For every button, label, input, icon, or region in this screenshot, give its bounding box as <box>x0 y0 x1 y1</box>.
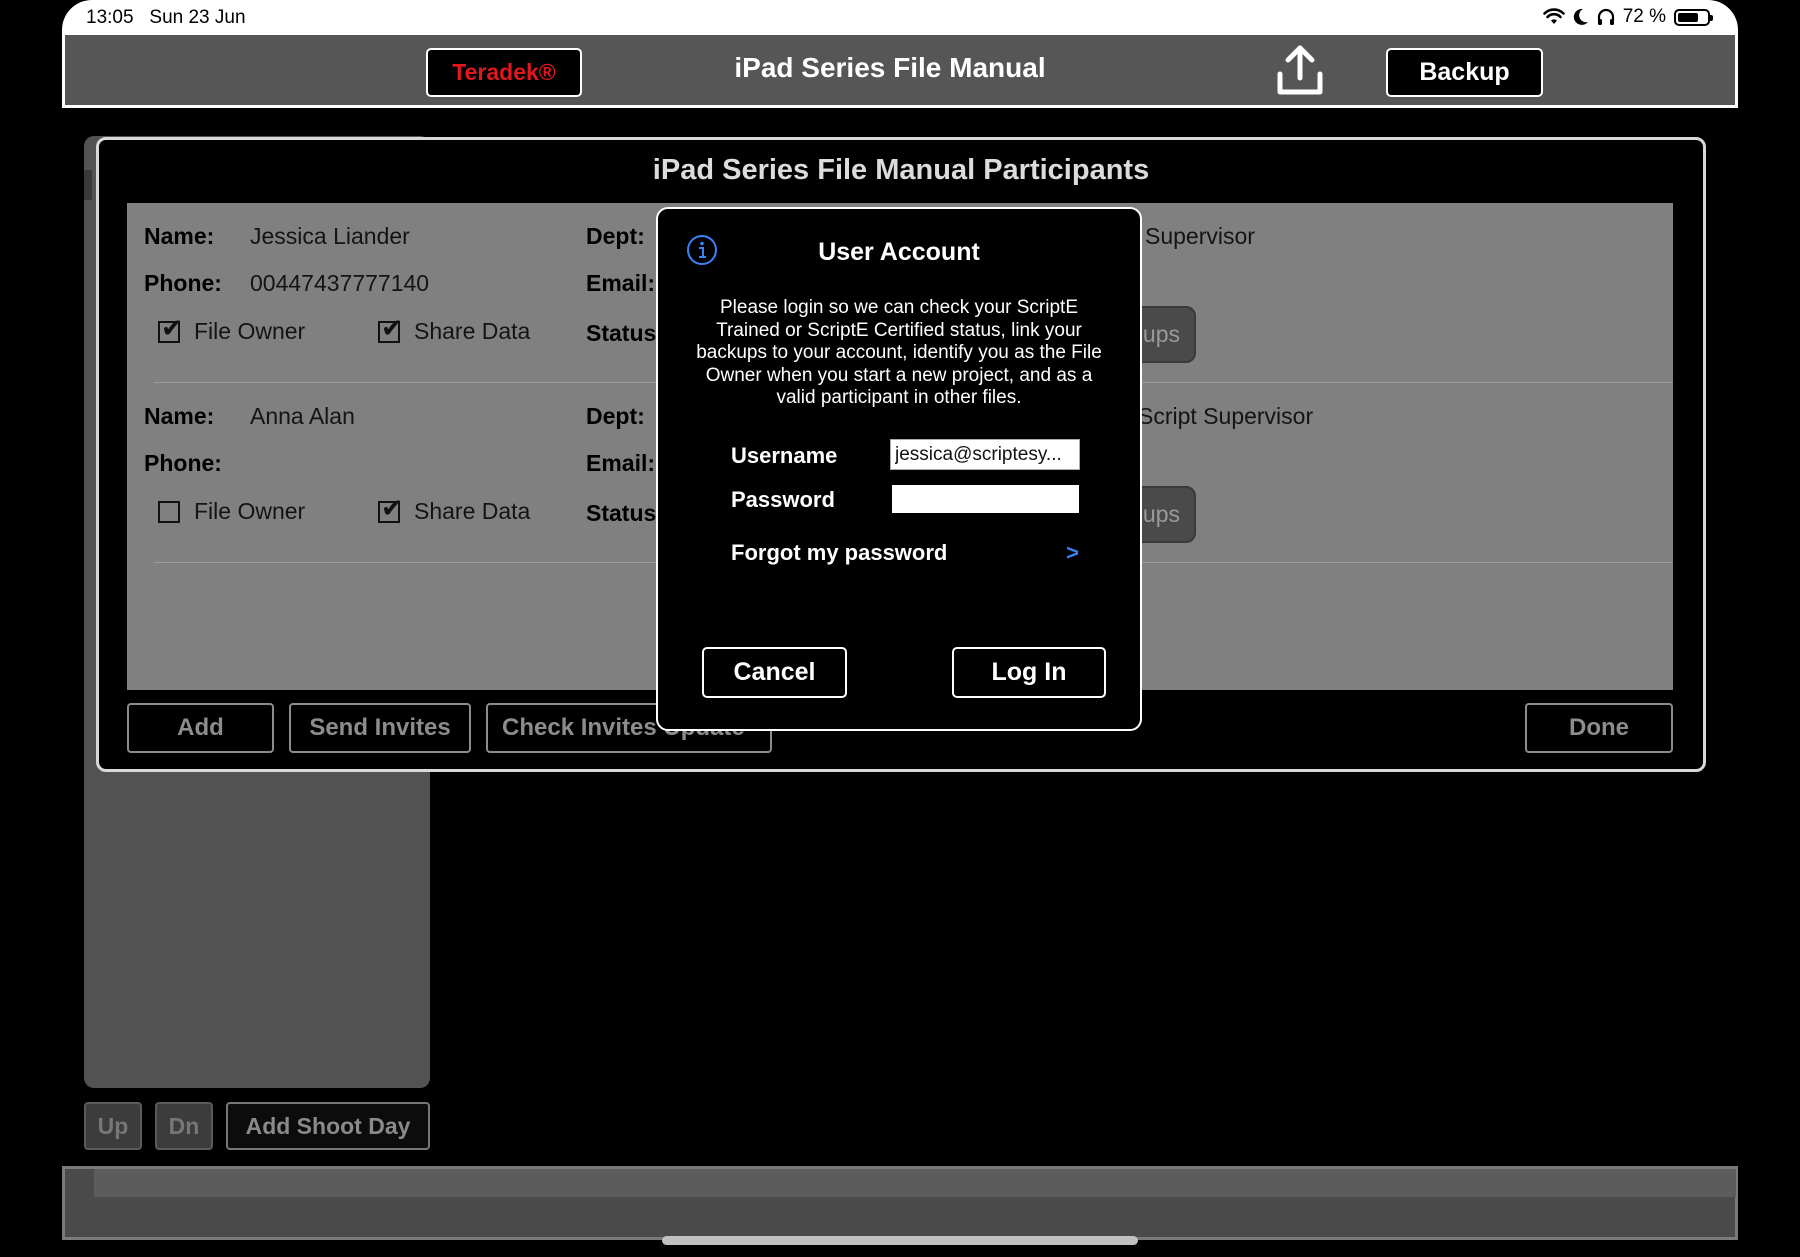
participant-phone: 00447437777140 <box>250 270 430 296</box>
email-label: Email: <box>586 450 656 476</box>
forgot-password-label: Forgot my password <box>731 540 948 565</box>
checkbox-checked-icon <box>378 313 403 344</box>
log-in-button[interactable]: Log In <box>952 647 1106 698</box>
share-data-checkbox[interactable]: Share Data <box>378 493 531 525</box>
battery-icon <box>1674 8 1713 26</box>
move-down-button[interactable]: Dn <box>155 1102 213 1150</box>
status-indicators: 72 % <box>1542 6 1713 28</box>
status-date: Sun 23 Jun <box>149 7 246 28</box>
move-up-button[interactable]: Up <box>84 1102 142 1150</box>
bottom-toolbar-strip <box>94 1169 1736 1197</box>
participant-name: Jessica Liander <box>250 223 410 249</box>
email-label: Email: <box>586 270 656 296</box>
username-label: Username <box>731 443 838 468</box>
status-label: Status <box>586 320 657 346</box>
chevron-right-icon: > <box>1066 540 1079 565</box>
participant-name: Anna Alan <box>250 403 355 429</box>
send-invites-button[interactable]: Send Invites <box>289 703 471 753</box>
dept-label: Dept: <box>586 223 645 249</box>
battery-level <box>1678 12 1699 22</box>
participants-title: iPad Series File Manual Participants <box>652 154 1150 186</box>
checkbox-checked-icon <box>158 313 183 344</box>
battery-percent: 72 % <box>1622 6 1666 27</box>
dialog-message: Please login so we can check your Script… <box>696 297 1102 408</box>
headphones-icon <box>1597 8 1614 25</box>
panel-edge <box>84 170 92 200</box>
status-bar <box>62 0 1738 36</box>
username-input[interactable] <box>890 439 1080 470</box>
share-data-checkbox[interactable]: Share Data <box>378 313 531 345</box>
file-owner-label: File Owner <box>194 318 306 344</box>
teradek-button[interactable]: Teradek® <box>426 48 582 97</box>
participant-role: Script Supervisor <box>1138 403 1314 429</box>
home-indicator[interactable] <box>662 1236 1138 1245</box>
share-data-label: Share Data <box>414 498 531 524</box>
wifi-icon <box>1542 8 1565 24</box>
upload-icon[interactable] <box>1276 44 1324 98</box>
file-owner-label: File Owner <box>194 498 306 524</box>
status-label: Status <box>586 500 657 526</box>
add-participant-button[interactable]: Add <box>127 703 274 753</box>
backup-button[interactable]: Backup <box>1386 48 1543 97</box>
participant-row[interactable]: Name: <box>144 223 214 250</box>
phone-label: Phone: <box>144 450 222 476</box>
checkbox-unchecked-icon <box>158 500 180 523</box>
file-owner-checkbox[interactable]: File Owner <box>158 313 306 345</box>
status-time: 13:05 Sun 23 Jun <box>86 7 246 29</box>
moon-icon <box>1573 8 1588 25</box>
done-button[interactable]: Done <box>1525 703 1673 753</box>
phone-label: Phone: <box>144 270 222 296</box>
app-title: iPad Series File Manual <box>734 52 1046 83</box>
dept-label: Dept: <box>586 403 645 429</box>
share-data-label: Share Data <box>414 318 531 344</box>
checkbox-checked-icon <box>378 493 403 524</box>
participant-role: Supervisor <box>1145 223 1255 249</box>
name-label: Name: <box>144 223 215 249</box>
forgot-password-link[interactable]: Forgot my password > <box>731 540 1079 566</box>
password-label: Password <box>731 487 835 512</box>
cancel-button[interactable]: Cancel <box>702 647 847 698</box>
status-clock: 13:05 <box>86 7 134 28</box>
dialog-title: User Account <box>818 238 980 266</box>
name-label: Name: <box>144 403 215 429</box>
file-owner-checkbox[interactable]: File Owner <box>158 498 305 525</box>
password-input[interactable] <box>892 485 1079 513</box>
add-shoot-day-button[interactable]: Add Shoot Day <box>226 1102 430 1150</box>
